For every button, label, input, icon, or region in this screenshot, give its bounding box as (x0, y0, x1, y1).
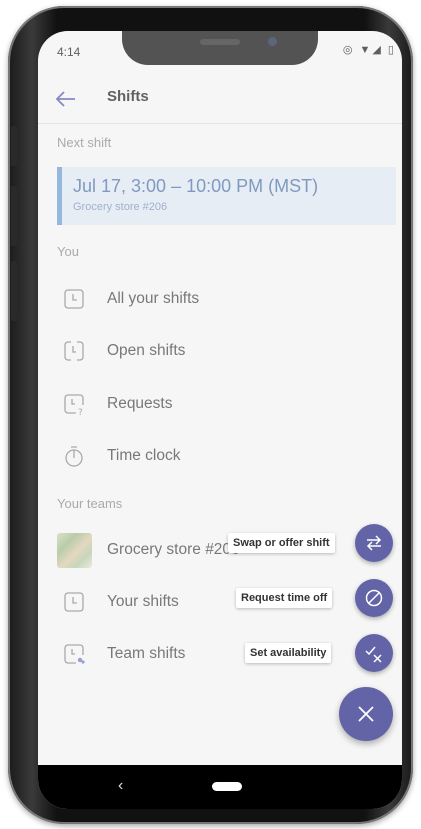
action-label-swap[interactable]: Swap or offer shift (228, 533, 335, 553)
phone-frame: 4:14 ◎ ▼◢ ▯ Shifts Next shift Jul 17, 3:… (8, 6, 413, 824)
swap-icon (366, 535, 382, 551)
fab-menu-scrim[interactable] (38, 31, 402, 809)
close-icon (358, 706, 374, 722)
side-button (11, 186, 17, 246)
action-label-time-off[interactable]: Request time off (236, 588, 333, 608)
phone-screen: 4:14 ◎ ▼◢ ▯ Shifts Next shift Jul 17, 3:… (38, 31, 402, 809)
nav-home-button[interactable] (212, 782, 242, 791)
availability-icon (365, 646, 382, 663)
swap-shift-button[interactable] (355, 524, 393, 562)
set-availability-button[interactable] (355, 634, 393, 672)
side-button (11, 261, 17, 321)
request-time-off-button[interactable] (355, 579, 393, 617)
close-fab-button[interactable] (339, 687, 393, 741)
action-label-availability[interactable]: Set availability (245, 643, 332, 663)
system-nav-bar: ‹ (38, 765, 402, 809)
block-icon (365, 589, 383, 607)
nav-back-button[interactable]: ‹ (118, 777, 123, 795)
side-button (11, 126, 17, 166)
